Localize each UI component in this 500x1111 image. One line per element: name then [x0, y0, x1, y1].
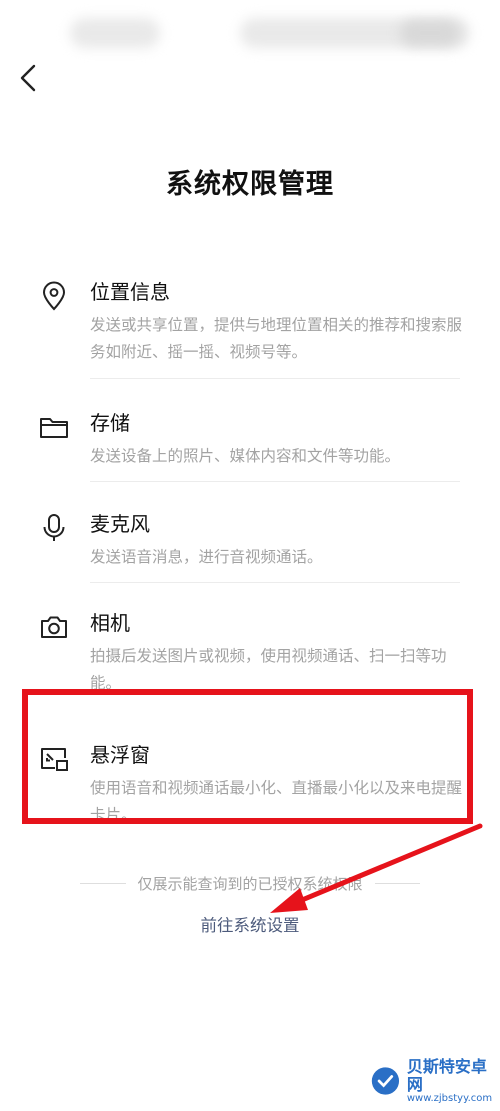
- microphone-icon: [43, 514, 65, 541]
- footer-note: 仅展示能查询到的已授权系统权限: [80, 873, 421, 894]
- permission-name: 存储: [90, 411, 130, 435]
- watermark-title: 贝斯特安卓网: [406, 1056, 487, 1094]
- status-bar: [0, 0, 500, 72]
- permission-item-location[interactable]: 位置信息 发送或共享位置，提供与地理位置相关的推荐和搜索服务如附近、摇一摇、视频…: [0, 272, 500, 370]
- footer-note-text: 仅展示能查询到的已授权系统权限: [137, 875, 363, 893]
- permission-item-camera[interactable]: 相机 拍摄后发送图片或视频，使用视频通话、扫一扫等功能。: [0, 603, 500, 701]
- divider: [90, 378, 460, 379]
- permission-desc: 发送设备上的照片、媒体内容和文件等功能。: [90, 447, 401, 465]
- permission-item-microphone[interactable]: 麦克风 发送语音消息，进行音视频通话。: [0, 504, 500, 574]
- divider-line: [374, 883, 421, 884]
- location-pin-icon: [42, 281, 66, 311]
- divider: [90, 481, 460, 482]
- permission-name: 位置信息: [90, 280, 170, 304]
- highlight-box: [22, 689, 473, 824]
- watermark-url: www.zjbstyy.com: [406, 1093, 493, 1105]
- permission-item-storage[interactable]: 存储 发送设备上的照片、媒体内容和文件等功能。: [0, 403, 500, 473]
- back-arrow-icon[interactable]: [12, 60, 48, 96]
- page-title: 系统权限管理: [166, 169, 334, 200]
- permission-desc: 发送或共享位置，提供与地理位置相关的推荐和搜索服务如附近、摇一摇、视频号等。: [90, 316, 463, 361]
- camera-icon: [41, 616, 67, 638]
- folder-icon: [40, 418, 68, 438]
- permission-name: 麦克风: [90, 512, 150, 536]
- permission-name: 相机: [90, 611, 130, 635]
- watermark: 贝斯特安卓网 www.zjbstyy.com: [370, 1058, 494, 1104]
- watermark-logo-icon: [371, 1067, 400, 1095]
- permission-desc: 发送语音消息，进行音视频通话。: [90, 548, 323, 566]
- system-settings-link[interactable]: 前往系统设置: [0, 912, 500, 936]
- divider: [90, 582, 460, 583]
- divider-line: [80, 883, 126, 884]
